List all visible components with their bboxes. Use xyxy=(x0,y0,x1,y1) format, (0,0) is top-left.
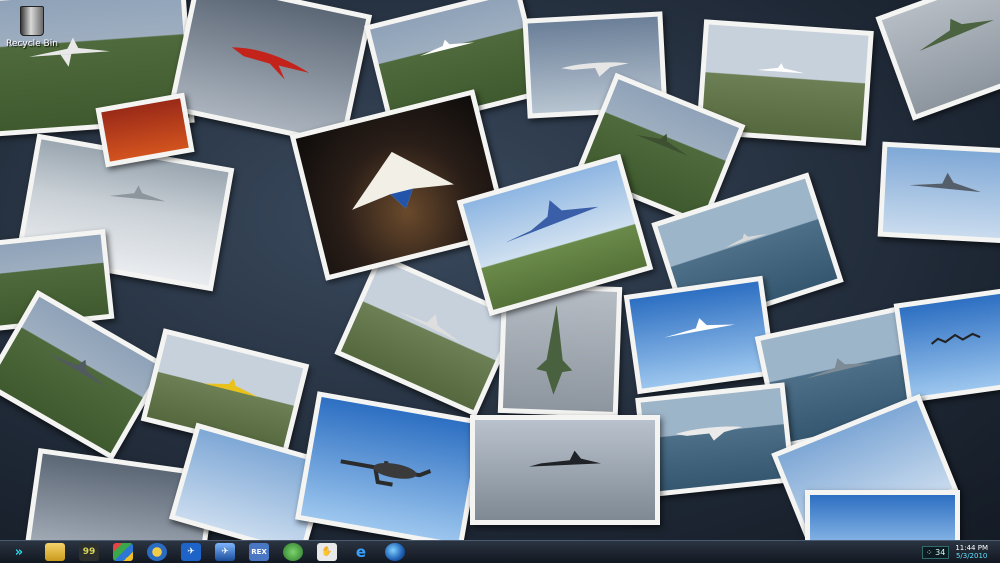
wallpaper-photo xyxy=(295,391,485,540)
internet-explorer-icon[interactable]: e xyxy=(351,543,371,561)
clock-time: 11:44 PM xyxy=(955,544,988,552)
taskbar: » 99 ✈ ✈ REX ✋ e ⁘ 34 11:44 PM 5/3/2010 xyxy=(0,540,1000,563)
wallpaper-photo xyxy=(893,287,1000,403)
green-app-icon[interactable] xyxy=(283,543,303,561)
folder-icon[interactable] xyxy=(45,543,65,561)
recycle-bin-icon xyxy=(20,6,44,36)
flight-sim-plane-icon[interactable]: ✈ xyxy=(181,543,201,561)
system-tray: ⁘ 34 11:44 PM 5/3/2010 xyxy=(921,541,1000,563)
wallpaper-photo xyxy=(805,490,960,540)
tray-indicator-value: 34 xyxy=(935,547,946,557)
wallpaper-photo xyxy=(623,275,777,395)
wallpaper-photo xyxy=(875,0,1000,121)
flight-sim-compass-icon[interactable] xyxy=(147,543,167,561)
desktop-wallpaper: Recycle Bin xyxy=(0,0,1000,540)
clock[interactable]: 11:44 PM 5/3/2010 xyxy=(955,544,988,560)
tray-indicator[interactable]: ⁘ 34 xyxy=(921,545,950,559)
start-button-label: » xyxy=(14,544,24,560)
sim-launcher-icon[interactable]: ✈ xyxy=(215,543,235,561)
clock-date: 5/3/2010 xyxy=(955,552,988,560)
app-99-label: 99 xyxy=(82,547,96,557)
app-99-icon[interactable]: 99 xyxy=(79,543,99,561)
ie-label: e xyxy=(355,543,367,561)
google-earth-icon[interactable] xyxy=(385,543,405,561)
desktop-icon-recycle-bin[interactable]: Recycle Bin xyxy=(6,6,58,49)
rex-label: REX xyxy=(251,548,267,556)
rex-icon[interactable]: REX xyxy=(249,543,269,561)
wallpaper-photo xyxy=(877,141,1000,244)
wallpaper-photo xyxy=(470,415,660,525)
media-center-icon[interactable] xyxy=(113,543,133,561)
start-button[interactable]: » xyxy=(0,541,38,563)
desktop-icon-label: Recycle Bin xyxy=(6,39,58,49)
utility-app-icon[interactable]: ✋ xyxy=(317,543,337,561)
